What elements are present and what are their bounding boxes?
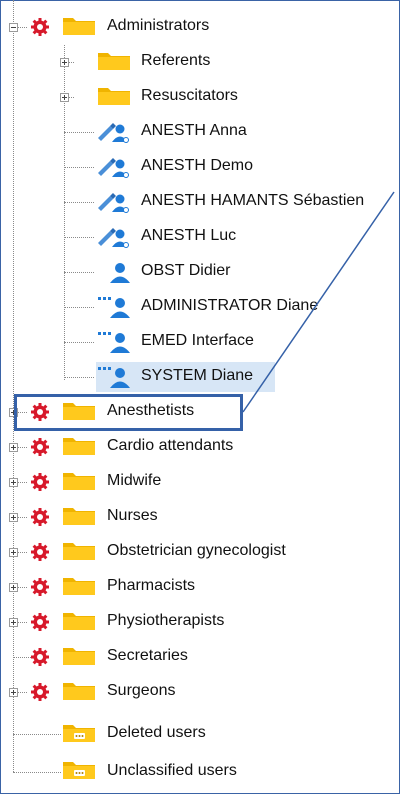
annotation-connector-line — [242, 191, 395, 413]
